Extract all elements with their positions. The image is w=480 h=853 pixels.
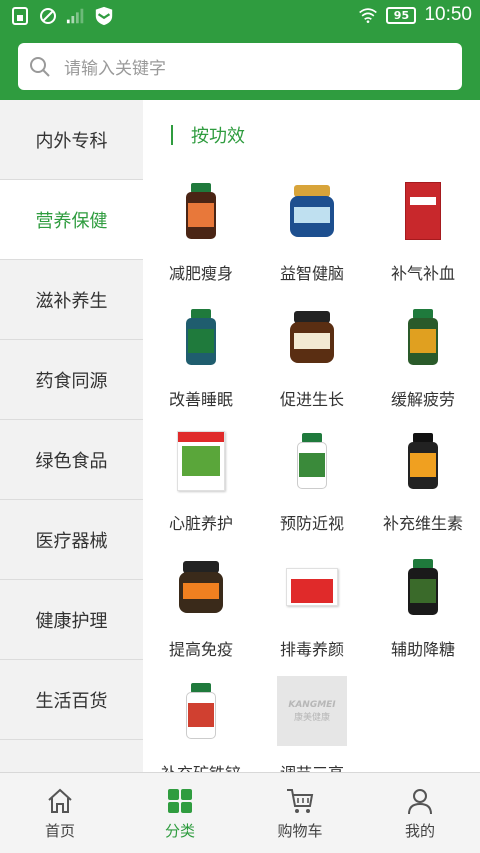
sidebar-item-label: 健康护理 bbox=[35, 610, 108, 632]
wifi-icon bbox=[358, 5, 378, 25]
product-label: 补充矿铁锌 bbox=[145, 760, 257, 772]
nav-home-label: 首页 bbox=[44, 821, 75, 840]
battery-icon: 95 bbox=[386, 6, 417, 24]
product-label: 补充维生素 bbox=[382, 514, 463, 533]
sidebar-item-nutrition[interactable]: 营养保健 bbox=[0, 180, 143, 260]
product-image bbox=[277, 302, 347, 372]
sidebar-item-label: 药食同源 bbox=[35, 370, 108, 392]
nav-category[interactable]: 分类 bbox=[120, 773, 240, 853]
product-item[interactable]: 辅助降糖 bbox=[367, 552, 479, 660]
status-clock: 10:50 bbox=[424, 4, 472, 25]
sidebar-item-label: 医疗器械 bbox=[35, 530, 108, 552]
section-title-text: 按功效 bbox=[191, 126, 245, 147]
section-title-bar bbox=[171, 125, 173, 145]
product-label: 辅助降糖 bbox=[390, 640, 455, 659]
product-image: KANGMEI 康美健康 bbox=[277, 676, 347, 746]
product-item[interactable]: 心脏养护 bbox=[145, 426, 257, 534]
bottom-nav: 首页 分类 购物车 我的 bbox=[0, 772, 480, 853]
profile-icon bbox=[405, 786, 435, 816]
product-image bbox=[277, 426, 347, 496]
product-label: 改善睡眠 bbox=[168, 390, 233, 409]
status-bar-left bbox=[10, 6, 114, 26]
nav-cart-label: 购物车 bbox=[277, 821, 323, 840]
product-label: 补气补血 bbox=[390, 264, 455, 283]
header: 请输入关键字 bbox=[0, 34, 480, 100]
sim-icon bbox=[10, 6, 30, 26]
search-icon bbox=[28, 55, 52, 79]
placeholder-logo-line1: KANGMEI bbox=[288, 699, 336, 710]
no-signal-icon bbox=[38, 6, 58, 26]
category-icon bbox=[165, 786, 195, 816]
product-item[interactable]: 预防近视 bbox=[256, 426, 368, 534]
category-content: 按功效 减肥瘦身 益智健脑 补气补血 改善睡眠 促进生长 缓解疲劳 心脏养护 预… bbox=[143, 100, 480, 772]
product-item[interactable]: 排毒养颜 bbox=[256, 552, 368, 660]
section-title: 按功效 bbox=[171, 122, 245, 148]
product-item[interactable]: 补充矿铁锌 bbox=[145, 676, 257, 772]
nav-profile-label: 我的 bbox=[404, 821, 435, 840]
nav-profile[interactable]: 我的 bbox=[360, 773, 480, 853]
product-image bbox=[277, 176, 347, 246]
nav-category-label: 分类 bbox=[164, 821, 195, 840]
search-input[interactable]: 请输入关键字 bbox=[18, 43, 462, 90]
placeholder-logo-line2: 康美健康 bbox=[293, 712, 330, 723]
product-item[interactable]: KANGMEI 康美健康 调节三高 bbox=[256, 676, 368, 772]
status-bar: 95 10:50 bbox=[0, 0, 480, 34]
product-label: 预防近视 bbox=[279, 514, 344, 533]
product-image bbox=[166, 552, 236, 622]
product-image bbox=[166, 676, 236, 746]
product-image bbox=[388, 426, 458, 496]
product-label: 减肥瘦身 bbox=[168, 264, 233, 283]
product-label: 心脏养护 bbox=[168, 514, 233, 533]
sidebar-item-tonic[interactable]: 滋补养生 bbox=[0, 260, 143, 340]
shield-app-icon bbox=[94, 6, 114, 26]
search-placeholder: 请输入关键字 bbox=[64, 59, 166, 79]
sidebar-item-label: 生活百货 bbox=[35, 690, 108, 712]
sidebar-item-label: 滋补养生 bbox=[35, 290, 108, 312]
signal-bars-icon bbox=[66, 6, 86, 26]
category-sidebar: 内外专科 营养保健 滋补养生 药食同源 绿色食品 医疗器械 健康护理 生活百货 bbox=[0, 100, 143, 772]
cart-icon bbox=[285, 786, 315, 816]
product-label: 调节三高 bbox=[256, 760, 368, 772]
product-image bbox=[166, 302, 236, 372]
sidebar-item-green-food[interactable]: 绿色食品 bbox=[0, 420, 143, 500]
sidebar-item-medical-devices[interactable]: 医疗器械 bbox=[0, 500, 143, 580]
nav-cart[interactable]: 购物车 bbox=[240, 773, 360, 853]
product-item[interactable]: 促进生长 bbox=[256, 302, 368, 410]
kangmei-logo-placeholder: KANGMEI 康美健康 bbox=[277, 676, 347, 746]
status-bar-right: 95 10:50 bbox=[358, 4, 472, 26]
product-item[interactable]: 减肥瘦身 bbox=[145, 176, 257, 284]
product-image bbox=[388, 552, 458, 622]
product-item[interactable]: 益智健脑 bbox=[256, 176, 368, 284]
product-label: 提高免疫 bbox=[168, 640, 233, 659]
sidebar-item-label: 营养保健 bbox=[35, 210, 108, 232]
product-label: 促进生长 bbox=[279, 390, 344, 409]
product-label: 排毒养颜 bbox=[279, 640, 344, 659]
product-item[interactable]: 改善睡眠 bbox=[145, 302, 257, 410]
product-item[interactable]: 缓解疲劳 bbox=[367, 302, 479, 410]
product-label: 缓解疲劳 bbox=[390, 390, 455, 409]
sidebar-item-label: 内外专科 bbox=[35, 130, 108, 152]
sidebar-item-daily-goods[interactable]: 生活百货 bbox=[0, 660, 143, 740]
product-item[interactable]: 提高免疫 bbox=[145, 552, 257, 660]
product-label: 益智健脑 bbox=[279, 264, 344, 283]
product-image bbox=[277, 552, 347, 622]
sidebar-item-food-medicine[interactable]: 药食同源 bbox=[0, 340, 143, 420]
product-image bbox=[388, 302, 458, 372]
product-image bbox=[388, 176, 458, 246]
product-item[interactable]: 补充维生素 bbox=[367, 426, 479, 534]
sidebar-item-specialty[interactable]: 内外专科 bbox=[0, 100, 143, 180]
product-image bbox=[166, 176, 236, 246]
product-image bbox=[166, 426, 236, 496]
sidebar-item-health-care[interactable]: 健康护理 bbox=[0, 580, 143, 660]
sidebar-item-label: 绿色食品 bbox=[35, 450, 108, 472]
nav-home[interactable]: 首页 bbox=[0, 773, 120, 853]
product-item[interactable]: 补气补血 bbox=[367, 176, 479, 284]
home-icon bbox=[45, 786, 75, 816]
